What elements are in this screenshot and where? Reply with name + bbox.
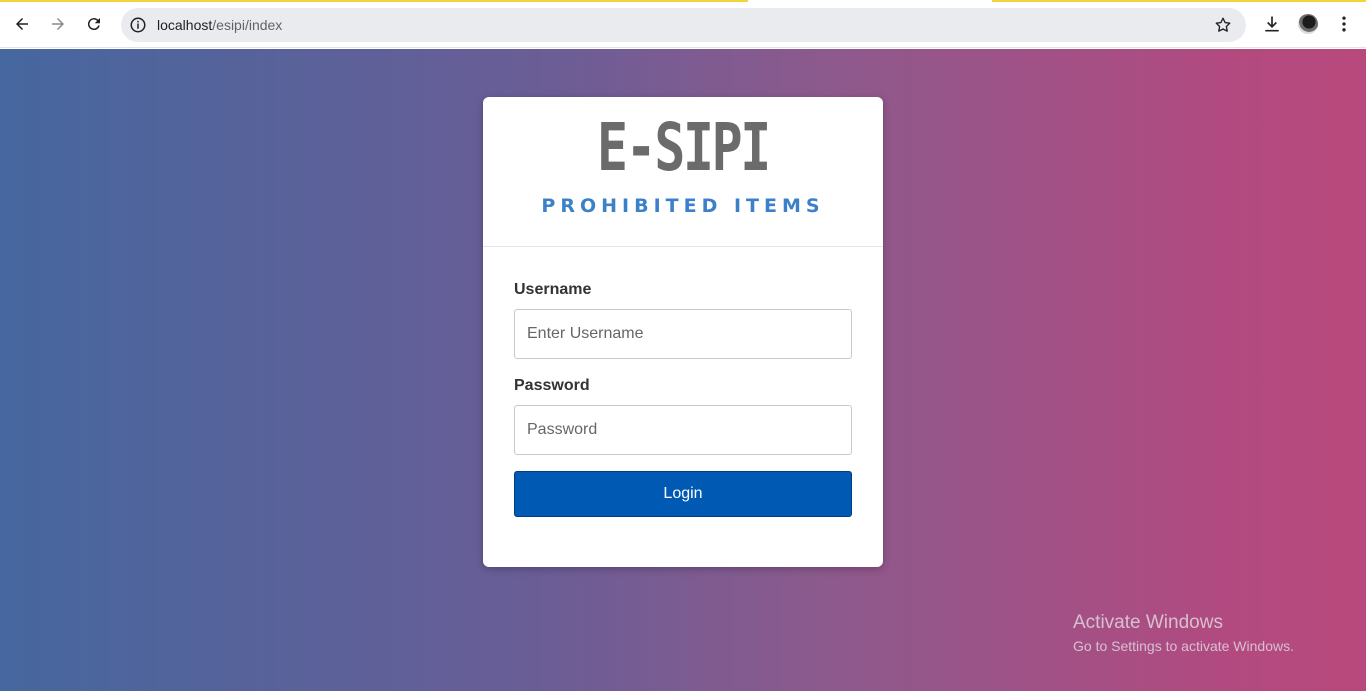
watermark-title: Activate Windows — [1073, 612, 1223, 633]
login-button[interactable]: Login — [514, 471, 852, 517]
menu-kebab-icon — [1342, 16, 1346, 32]
url-text: localhost/esipi/index — [157, 17, 282, 33]
tab-strip-accent — [992, 0, 1366, 2]
browser-toolbar: localhost/esipi/index — [0, 0, 1366, 48]
logo-title: E-SIPI — [597, 109, 771, 186]
bookmark-star-icon[interactable] — [1214, 16, 1232, 34]
browser-menu-button[interactable] — [1333, 13, 1355, 35]
reload-icon — [87, 18, 100, 31]
forward-button[interactable] — [45, 11, 71, 37]
tab-strip-accent — [0, 0, 748, 2]
password-label: Password — [514, 377, 590, 394]
back-icon — [16, 18, 28, 30]
windows-activation-watermark: Activate Windows Go to Settings to activ… — [1073, 612, 1294, 654]
profile-avatar — [1298, 14, 1318, 34]
url-host: localhost — [157, 17, 213, 33]
download-icon — [1265, 16, 1279, 32]
login-card-header: E-SIPI PROHIBITED ITEMS — [483, 97, 883, 247]
login-card: E-SIPI PROHIBITED ITEMS Username Passwor… — [483, 97, 883, 567]
page-background: E-SIPI PROHIBITED ITEMS Username Passwor… — [0, 49, 1366, 691]
back-button[interactable] — [9, 11, 35, 37]
site-info-icon[interactable] — [129, 16, 147, 34]
reload-button[interactable] — [81, 11, 107, 37]
logo-subtitle: PROHIBITED ITEMS — [541, 195, 825, 217]
address-bar[interactable]: localhost/esipi/index — [121, 8, 1246, 42]
profile-button[interactable] — [1297, 13, 1319, 35]
watermark-subtitle: Go to Settings to activate Windows. — [1073, 638, 1294, 654]
download-button[interactable] — [1261, 13, 1283, 35]
username-label: Username — [514, 281, 592, 298]
password-input[interactable] — [514, 405, 852, 455]
forward-icon — [52, 18, 64, 30]
login-form: Username Password Login — [514, 281, 852, 517]
url-path: /esipi/index — [212, 17, 283, 33]
username-input[interactable] — [514, 309, 852, 359]
